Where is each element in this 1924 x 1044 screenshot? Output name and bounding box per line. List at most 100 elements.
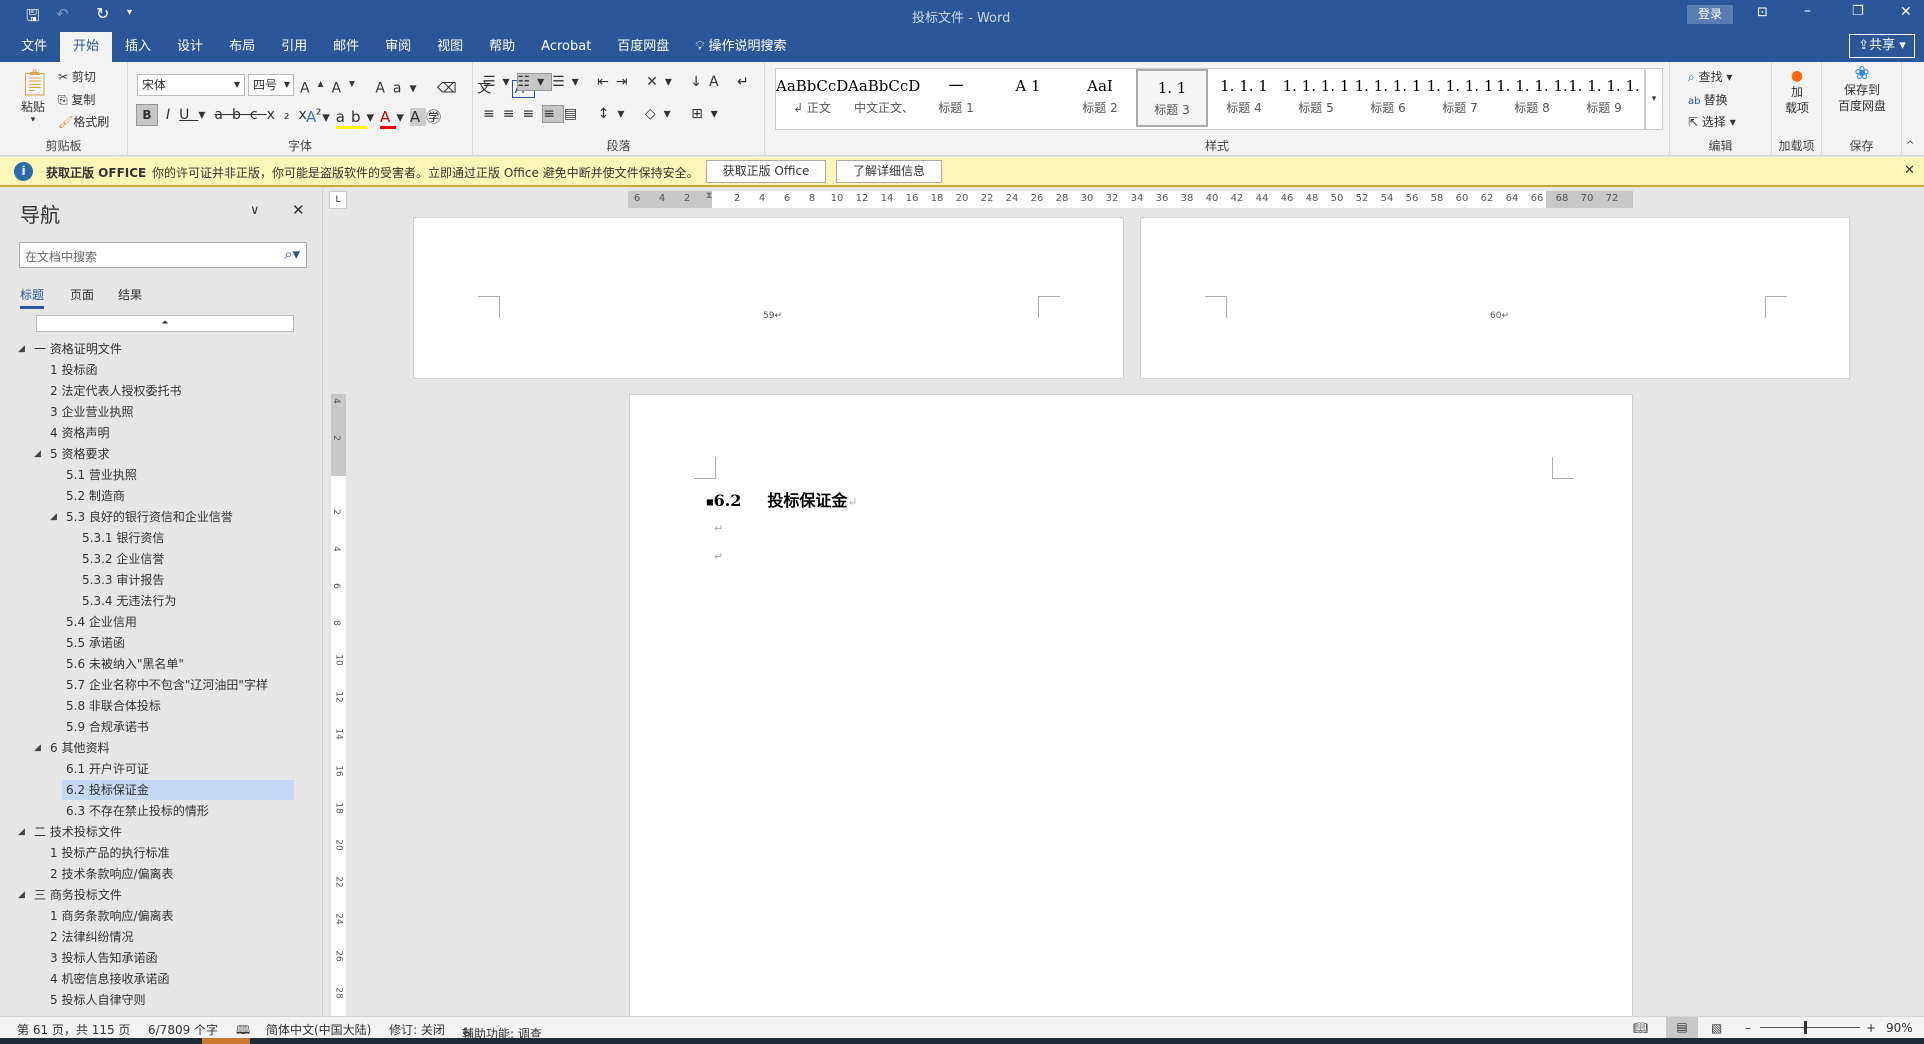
nav-heading-item[interactable]: 2 技术条款响应/偏离表 xyxy=(50,864,174,884)
vertical-scrollbar[interactable] xyxy=(1912,189,1924,1016)
zoom-slider[interactable] xyxy=(1760,1021,1860,1034)
read-mode-icon[interactable]: 📖︎ xyxy=(1633,1021,1648,1035)
ribbon-display-icon[interactable]: ⊡ xyxy=(1757,5,1768,20)
save-icon[interactable]: 🖫 xyxy=(26,5,40,32)
nav-heading-item[interactable]: 3 投标人告知承诺函 xyxy=(50,948,157,968)
nav-heading-item[interactable]: 5.5 承诺函 xyxy=(66,633,125,653)
nav-heading-item[interactable]: 3 企业营业执照 xyxy=(50,402,133,422)
nav-heading-item[interactable]: 5 投标人自律守则 xyxy=(50,990,145,1010)
nav-options-icon[interactable]: ∨ xyxy=(250,203,260,218)
nav-heading-item[interactable]: 5.3.2 企业信誉 xyxy=(82,549,164,569)
zoom-slider-thumb[interactable] xyxy=(1804,1021,1807,1034)
get-genuine-button[interactable]: 获取正版 Office xyxy=(706,160,826,183)
collapse-triangle-icon[interactable]: ◢ xyxy=(34,743,41,753)
learn-more-button[interactable]: 了解详细信息 xyxy=(836,160,942,183)
nav-heading-item[interactable]: 4 资格声明 xyxy=(50,423,109,443)
save-baidu-button[interactable]: ❀ 保存到 百度网盘 xyxy=(1826,65,1898,114)
horizontal-ruler[interactable]: ⧗ 6 4 2 2 4 6 8 10 12 14 16 18 20 22 24 26 28 30 32 34 36 38 4… xyxy=(628,191,1633,208)
tab-insert[interactable]: 插入 xyxy=(112,32,164,62)
nav-heading-item[interactable]: 5 资格要求 xyxy=(50,444,109,464)
page-60[interactable]: 60↵ xyxy=(1140,217,1850,379)
nav-tab-results[interactable]: 结果 xyxy=(118,286,142,303)
style-item[interactable]: A 1 xyxy=(992,69,1064,127)
nav-heading-item[interactable]: 5.2 制造商 xyxy=(66,486,125,506)
tab-view[interactable]: 视图 xyxy=(424,32,476,62)
nav-heading-item[interactable]: 6.2 投标保证金 xyxy=(62,780,294,800)
cut-button[interactable]: ✂ 剪切 xyxy=(58,68,96,85)
nav-heading-item[interactable]: 5.3.3 审计报告 xyxy=(82,570,164,590)
nav-heading-item[interactable]: 5.1 营业执照 xyxy=(66,465,137,485)
undo-icon[interactable]: ↶ xyxy=(56,5,69,23)
web-layout-icon[interactable]: ▧ xyxy=(1711,1021,1722,1035)
nav-heading-item[interactable]: 5.3.4 无违法行为 xyxy=(82,591,176,611)
tab-acrobat[interactable]: Acrobat xyxy=(528,32,604,62)
tab-help[interactable]: 帮助 xyxy=(476,32,528,62)
tell-me-search[interactable]: 💡︎ 操作说明搜索 xyxy=(682,32,799,62)
search-icon[interactable]: ⌕▾ xyxy=(284,245,300,263)
nav-heading-item[interactable]: 二 技术投标文件 xyxy=(34,822,122,842)
font-name-select[interactable]: 宋体 ▼ xyxy=(137,74,245,96)
style-item[interactable]: AaBbCcDd中文正文、 xyxy=(848,69,920,127)
font-size-select[interactable]: 四号 ▼ xyxy=(248,74,294,96)
vertical-ruler[interactable]: 4 2 2 4 6 8 10 12 14 16 18 20 22 24 26 28 xyxy=(331,394,346,1016)
nav-heading-item[interactable]: 1 投标函 xyxy=(50,360,97,380)
tab-layout[interactable]: 布局 xyxy=(216,32,268,62)
customize-qat-icon[interactable]: ▾ xyxy=(127,7,132,18)
redo-icon[interactable]: ↻ xyxy=(96,4,109,23)
tab-mailings[interactable]: 邮件 xyxy=(320,32,372,62)
page-61[interactable]: ■6.2 投标保证金↵ ↵ ↵ xyxy=(629,394,1633,1034)
close-button[interactable]: ✕ xyxy=(1900,4,1912,20)
nav-heading-item[interactable]: 5.3 良好的银行资信和企业信誉 xyxy=(66,507,233,527)
style-item[interactable]: 一标题 1 xyxy=(920,69,992,127)
collapse-triangle-icon[interactable]: ◢ xyxy=(34,449,41,459)
copy-button[interactable]: ⎘ 复制 xyxy=(58,91,95,108)
page-count[interactable]: 第 61 页，共 115 页 xyxy=(17,1021,130,1038)
nav-heading-item[interactable]: 5.7 企业名称中不包含"辽河油田"字样 xyxy=(66,675,268,695)
list-buttons[interactable]: ☰▾☷▾☰▾ ⇤⇥ ✕▾ ↓A ↵ xyxy=(483,73,756,91)
replace-button[interactable]: ab 替换 xyxy=(1688,91,1728,108)
style-item[interactable]: 1. 1. 1. 1 标题 5 xyxy=(1280,69,1352,127)
collapse-triangle-icon[interactable]: ◢ xyxy=(18,344,25,354)
tab-selector[interactable]: L xyxy=(329,191,347,209)
print-layout-icon[interactable]: ▤ xyxy=(1666,1017,1698,1038)
style-item[interactable]: 1. 1. 1. 1 标题 7 xyxy=(1424,69,1496,127)
format-painter-button[interactable]: 🖌︎格式刷 xyxy=(58,113,109,130)
nav-heading-item[interactable]: 2 法定代表人授权委托书 xyxy=(50,381,181,401)
minimize-button[interactable]: – xyxy=(1804,3,1811,19)
page-59[interactable]: 59↵ xyxy=(413,217,1124,379)
addins-button[interactable]: ● 加 载项 xyxy=(1780,68,1814,116)
nav-tab-headings[interactable]: 标题 xyxy=(20,286,45,309)
nav-heading-item[interactable]: 1 商务条款响应/偏离表 xyxy=(50,906,174,926)
nav-heading-item[interactable]: 2 法律纠纷情况 xyxy=(50,927,133,947)
indent-marker[interactable]: ⧗ xyxy=(706,191,712,201)
bold-button[interactable]: B xyxy=(136,104,158,126)
nav-heading-item[interactable]: 1 投标产品的执行标准 xyxy=(50,843,169,863)
login-button[interactable]: 登录 xyxy=(1687,5,1733,24)
word-count[interactable]: 6/7809 个字 xyxy=(148,1021,218,1038)
styles-more-button[interactable]: ▾ xyxy=(1645,68,1663,130)
track-changes-status[interactable]: 修订: 关闭 xyxy=(389,1021,445,1038)
style-item[interactable]: AaBbCcDdI↲ 正文 xyxy=(776,69,848,127)
tab-file[interactable]: 文件 xyxy=(8,32,60,62)
style-item[interactable]: 1. 1. 1 标题 4 xyxy=(1208,69,1280,127)
nav-heading-item[interactable]: 一 资格证明文件 xyxy=(34,339,122,359)
tab-home[interactable]: 开始 xyxy=(60,32,113,62)
nav-heading-item[interactable]: 5.9 合规承诺书 xyxy=(66,717,149,737)
zoom-out-button[interactable]: – xyxy=(1745,1021,1751,1035)
alignment-buttons[interactable]: ≡≡≡≡▤ ↕▾ ◇▾ ⊞▾ xyxy=(483,105,726,123)
zoom-in-button[interactable]: + xyxy=(1866,1021,1876,1035)
collapse-triangle-icon[interactable]: ◢ xyxy=(18,827,25,837)
nav-heading-item[interactable]: 5.4 企业信用 xyxy=(66,612,137,632)
style-item[interactable]: 1. 1. 1. 1. 标题 9 xyxy=(1568,69,1640,127)
font-color-buttons[interactable]: A▾ab▾A▾A㊫ xyxy=(306,106,447,129)
nav-search-input[interactable]: 在文档中搜索 ⌕▾ xyxy=(19,242,307,268)
nav-heading-item[interactable]: 5.6 未被纳入"黑名单" xyxy=(66,654,184,674)
language-status[interactable]: 简体中文(中国大陆) xyxy=(266,1021,371,1038)
style-item[interactable]: 1. 1. 1. 1. 标题 8 xyxy=(1496,69,1568,127)
nav-heading-item[interactable]: 4 机密信息接收承诺函 xyxy=(50,969,169,989)
style-item[interactable]: AaI 标题 2 xyxy=(1064,69,1136,127)
maximize-button[interactable]: ❐ xyxy=(1852,4,1864,19)
heading-6-2[interactable]: ■6.2 投标保证金↵ xyxy=(706,487,857,511)
collapse-triangle-icon[interactable]: ◢ xyxy=(50,512,57,522)
nav-heading-item[interactable]: 6 其他资料 xyxy=(50,738,109,758)
